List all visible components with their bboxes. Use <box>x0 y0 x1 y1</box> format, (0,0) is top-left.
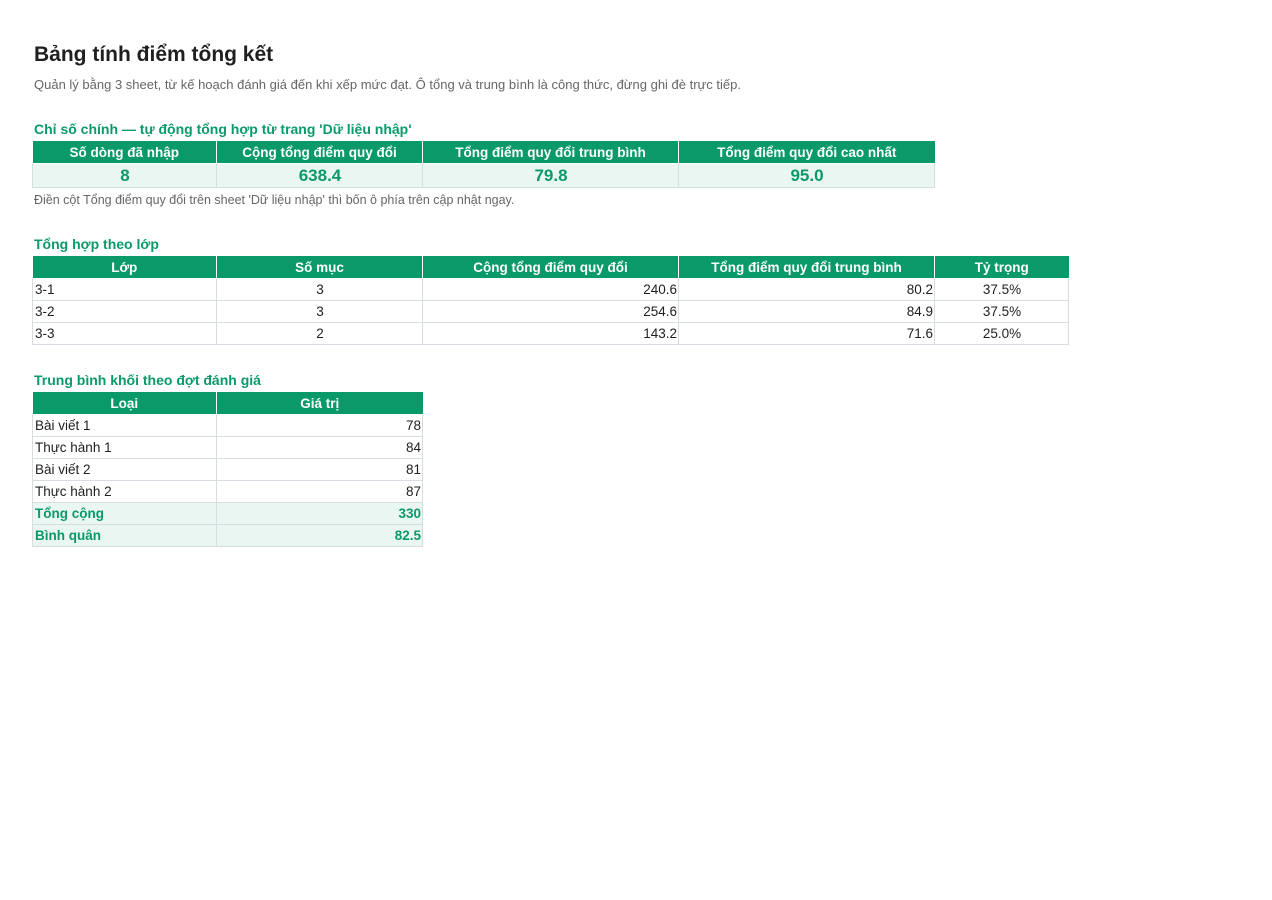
cell-average[interactable]: 80.2 <box>678 278 935 301</box>
cell-class[interactable]: 3-2 <box>32 300 217 323</box>
spreadsheet-sheet: Bảng tính điểm tổng kết Quản lý bằng 3 s… <box>0 0 1272 900</box>
round-header-row: Loại Giá trị <box>32 392 423 415</box>
kpi-value-sum[interactable]: 638.4 <box>216 163 423 188</box>
page-title: Bảng tính điểm tổng kết <box>34 43 274 66</box>
cell-type[interactable]: Thực hành 2 <box>32 480 217 503</box>
kpi-value-max[interactable]: 95.0 <box>678 163 935 188</box>
average-value[interactable]: 82.5 <box>216 524 423 547</box>
kpi-header-average[interactable]: Tổng điểm quy đổi trung bình <box>422 141 679 164</box>
kpi-table: Số dòng đã nhập Cộng tổng điểm quy đổi T… <box>32 141 935 188</box>
kpi-value-row: 8 638.4 79.8 95.0 <box>32 163 935 188</box>
class-header-share[interactable]: Tỷ trọng <box>934 256 1069 279</box>
table-row: 3-3 2 143.2 71.6 25.0% <box>32 322 1069 345</box>
page-subtitle: Quản lý bằng 3 sheet, từ kế hoạch đánh g… <box>34 77 741 92</box>
cell-share[interactable]: 37.5% <box>934 300 1069 323</box>
class-section-title: Tổng hợp theo lớp <box>34 236 159 252</box>
cell-count[interactable]: 3 <box>216 300 423 323</box>
round-header-value[interactable]: Giá trị <box>216 392 423 415</box>
class-summary-table: Lớp Số mục Cộng tổng điểm quy đổi Tổng đ… <box>32 256 1069 345</box>
class-header-count[interactable]: Số mục <box>216 256 423 279</box>
cell-count[interactable]: 2 <box>216 322 423 345</box>
kpi-value-rows-entered[interactable]: 8 <box>32 163 217 188</box>
cell-value[interactable]: 84 <box>216 436 423 459</box>
round-header-type[interactable]: Loại <box>32 392 217 415</box>
table-row: Thực hành 2 87 <box>32 480 423 503</box>
table-row: 3-1 3 240.6 80.2 37.5% <box>32 278 1069 301</box>
cell-type[interactable]: Thực hành 1 <box>32 436 217 459</box>
total-row: Tổng cộng 330 <box>32 502 423 525</box>
cell-sum[interactable]: 143.2 <box>422 322 679 345</box>
class-header-average[interactable]: Tổng điểm quy đổi trung bình <box>678 256 935 279</box>
kpi-header-sum[interactable]: Cộng tổng điểm quy đổi <box>216 141 423 164</box>
round-section-title: Trung bình khối theo đợt đánh giá <box>34 372 261 388</box>
cell-sum[interactable]: 240.6 <box>422 278 679 301</box>
cell-share[interactable]: 25.0% <box>934 322 1069 345</box>
table-row: Bài viết 1 78 <box>32 414 423 437</box>
kpi-header-rows-entered[interactable]: Số dòng đã nhập <box>32 141 217 164</box>
cell-class[interactable]: 3-1 <box>32 278 217 301</box>
cell-class[interactable]: 3-3 <box>32 322 217 345</box>
round-average-table: Loại Giá trị Bài viết 1 78 Thực hành 1 8… <box>32 392 423 547</box>
average-label[interactable]: Bình quân <box>32 524 217 547</box>
cell-value[interactable]: 87 <box>216 480 423 503</box>
cell-average[interactable]: 71.6 <box>678 322 935 345</box>
table-row: Thực hành 1 84 <box>32 436 423 459</box>
cell-type[interactable]: Bài viết 2 <box>32 458 217 481</box>
cell-value[interactable]: 78 <box>216 414 423 437</box>
cell-sum[interactable]: 254.6 <box>422 300 679 323</box>
class-header-class[interactable]: Lớp <box>32 256 217 279</box>
average-row: Bình quân 82.5 <box>32 524 423 547</box>
kpi-note: Điền cột Tổng điểm quy đổi trên sheet 'D… <box>34 193 515 207</box>
class-header-sum[interactable]: Cộng tổng điểm quy đổi <box>422 256 679 279</box>
total-label[interactable]: Tổng cộng <box>32 502 217 525</box>
kpi-value-average[interactable]: 79.8 <box>422 163 679 188</box>
total-value[interactable]: 330 <box>216 502 423 525</box>
kpi-header-max[interactable]: Tổng điểm quy đổi cao nhất <box>678 141 935 164</box>
cell-average[interactable]: 84.9 <box>678 300 935 323</box>
kpi-section-title: Chỉ số chính — tự động tổng hợp từ trang… <box>34 121 412 137</box>
table-row: 3-2 3 254.6 84.9 37.5% <box>32 300 1069 323</box>
cell-type[interactable]: Bài viết 1 <box>32 414 217 437</box>
kpi-header-row: Số dòng đã nhập Cộng tổng điểm quy đổi T… <box>32 141 935 164</box>
table-row: Bài viết 2 81 <box>32 458 423 481</box>
class-header-row: Lớp Số mục Cộng tổng điểm quy đổi Tổng đ… <box>32 256 1069 279</box>
cell-count[interactable]: 3 <box>216 278 423 301</box>
cell-value[interactable]: 81 <box>216 458 423 481</box>
cell-share[interactable]: 37.5% <box>934 278 1069 301</box>
